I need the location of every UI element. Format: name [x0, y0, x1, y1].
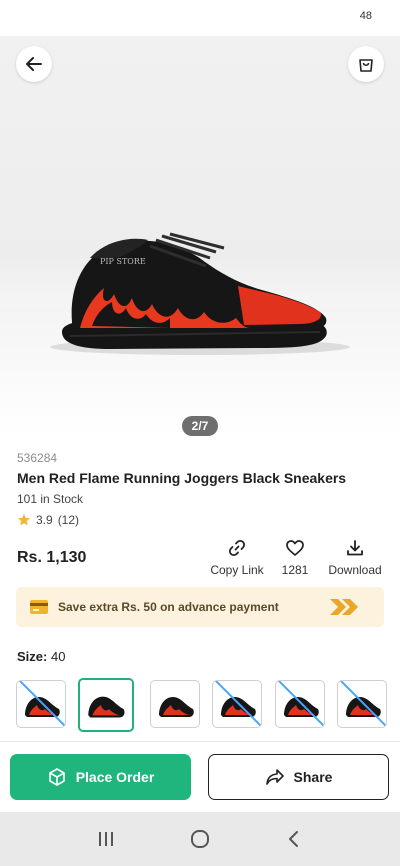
double-chevron-icon	[330, 599, 358, 615]
copy-link-button[interactable]: Copy Link	[208, 538, 266, 577]
image-counter: 2/7	[182, 416, 218, 436]
sneaker-thumbnail	[88, 696, 125, 718]
recents-icon[interactable]	[96, 829, 116, 849]
size-title: Size:	[17, 649, 48, 664]
product-image[interactable]: PIP STORE	[0, 36, 400, 438]
like-button[interactable]: 1281	[278, 538, 312, 577]
share-label: Share	[293, 769, 333, 785]
rating-value: 3.9	[36, 513, 53, 527]
size-selector	[16, 678, 388, 732]
download-label: Download	[328, 563, 382, 577]
cube-icon	[48, 768, 65, 786]
size-option[interactable]	[275, 680, 325, 728]
product-rating: 3.9 (12)	[17, 513, 79, 527]
product-price: Rs. 1,130	[17, 549, 87, 566]
place-order-button[interactable]: Place Order	[10, 754, 191, 800]
sneaker-image: PIP STORE	[50, 232, 350, 355]
rating-count: (12)	[57, 513, 80, 527]
size-option[interactable]	[150, 680, 200, 728]
product-title: Men Red Flame Running Joggers Black Snea…	[17, 470, 347, 486]
size-option-selected[interactable]	[78, 678, 134, 732]
sneaker-thumbnail	[159, 697, 194, 717]
status-bar: 48	[0, 0, 400, 36]
back-icon[interactable]	[284, 829, 304, 849]
back-arrow-icon	[26, 57, 42, 71]
watermark-text: PIP STORE	[100, 257, 146, 266]
place-order-label: Place Order	[75, 769, 155, 785]
size-option[interactable]	[212, 680, 262, 728]
star-icon	[18, 514, 30, 526]
share-icon	[265, 769, 284, 785]
card-icon	[30, 600, 48, 614]
divider	[0, 741, 400, 742]
system-nav-bar	[0, 812, 400, 866]
home-icon[interactable]	[189, 828, 211, 850]
size-label: Size: 40	[17, 649, 65, 664]
size-option[interactable]	[16, 680, 66, 728]
share-button[interactable]: Share	[208, 754, 389, 800]
stock-status: 101 in Stock	[17, 492, 84, 506]
link-icon	[228, 539, 246, 557]
download-button[interactable]: Download	[325, 538, 385, 577]
download-icon	[347, 540, 363, 556]
battery-level: 48	[359, 10, 372, 22]
product-sku: 536284	[17, 451, 58, 465]
like-count: 1281	[281, 563, 309, 577]
size-value: 40	[50, 649, 66, 664]
copy-link-label: Copy Link	[210, 563, 264, 577]
heart-icon	[286, 540, 304, 556]
shopping-bag-icon	[359, 59, 373, 72]
back-button[interactable]	[16, 46, 52, 82]
size-option[interactable]	[337, 680, 387, 728]
promo-text: Save extra Rs. 50 on advance payment	[58, 600, 279, 614]
promo-banner[interactable]: Save extra Rs. 50 on advance payment	[16, 587, 384, 627]
cart-button[interactable]	[348, 46, 384, 82]
